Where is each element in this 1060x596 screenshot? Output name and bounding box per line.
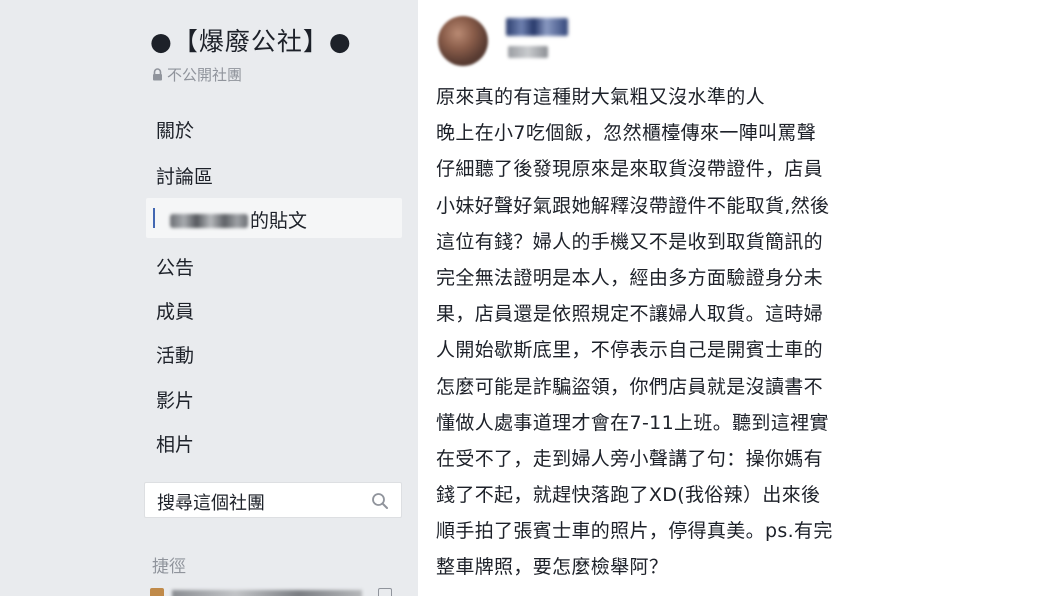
post-line: 在受不了，走到婦人旁小聲講了句：操你媽有 <box>436 447 824 470</box>
post-line: 這位有錢？婦人的手機又不是收到取貨簡訊的 <box>436 230 824 253</box>
search-placeholder: 搜尋這個社團 <box>157 493 265 514</box>
post-line: 懂做人處事道理才會在7-11上班。聽到這裡實 <box>436 411 829 434</box>
privacy-label: 不公開社團 <box>152 64 242 85</box>
post-line: 晚上在小7吃個飯，忽然櫃檯傳來一陣叫罵聲 <box>436 122 817 145</box>
post-line: 小妹好聲好氣跟她解釋沒帶證件不能取貨,然後 <box>436 194 830 217</box>
group-search-input[interactable]: 搜尋這個社團 <box>144 482 402 518</box>
blurred-post-timestamp[interactable] <box>508 46 548 58</box>
sidebar-item-about[interactable]: 關於 <box>156 116 194 143</box>
sidebar-item-discussion[interactable]: 討論區 <box>156 162 213 189</box>
shortcut-count-badge <box>378 588 392 596</box>
sidebar-item-photos[interactable]: 相片 <box>156 430 194 457</box>
post-line: 仔細聽了後發現原來是來取貨沒帶證件，店員 <box>436 158 824 181</box>
shortcut-group-icon <box>150 588 164 596</box>
post-line: 人開始歇斯底里，不停表示自己是開賓士車的 <box>436 339 824 362</box>
post-line: 果，店員還是依照規定不讓婦人取貨。這時婦 <box>436 303 824 326</box>
post-line: 順手拍了張賓士車的照片，停得真美。ps.有完 <box>436 520 833 543</box>
blurred-shortcut-name <box>172 590 362 596</box>
privacy-text: 不公開社團 <box>167 66 243 84</box>
author-avatar[interactable] <box>438 16 488 66</box>
group-sidebar: ●【爆廢公社】● 不公開社團 關於 討論區 的貼文 公告 成員 活動 影片 相片… <box>0 0 418 596</box>
post-line: 原來真的有這種財大氣粗又沒水準的人 <box>436 86 765 108</box>
lock-icon <box>152 67 163 85</box>
sidebar-item-member-posts[interactable]: 的貼文 <box>170 206 307 233</box>
shortcuts-heading: 捷徑 <box>152 557 186 577</box>
post-line: 錢了不起，就趕快落跑了XD(我俗辣）出來後 <box>436 484 821 507</box>
post-line: 整車牌照，要怎麼檢舉阿？ <box>436 556 669 579</box>
shortcut-item[interactable] <box>150 584 400 596</box>
blurred-author-name[interactable] <box>506 18 568 36</box>
search-icon[interactable] <box>371 492 389 514</box>
sidebar-item-label: 的貼文 <box>250 210 308 232</box>
post-line: 完全無法證明是本人，經由多方面驗證身分未 <box>436 266 824 289</box>
group-title[interactable]: ●【爆廢公社】● <box>150 22 352 58</box>
sidebar-item-events[interactable]: 活動 <box>156 341 194 368</box>
sidebar-item-videos[interactable]: 影片 <box>156 386 194 413</box>
sidebar-item-announcements[interactable]: 公告 <box>156 253 194 280</box>
post-body: 原來真的有這種財大氣粗又沒水準的人 晚上在小7吃個飯，忽然櫃檯傳來一陣叫罵聲 仔… <box>436 79 876 586</box>
blurred-member-name <box>170 214 248 228</box>
post-line: 怎麼可能是詐騙盜領，你們店員就是沒讀書不 <box>436 375 824 398</box>
active-indicator <box>153 208 155 228</box>
sidebar-item-members[interactable]: 成員 <box>156 297 194 324</box>
